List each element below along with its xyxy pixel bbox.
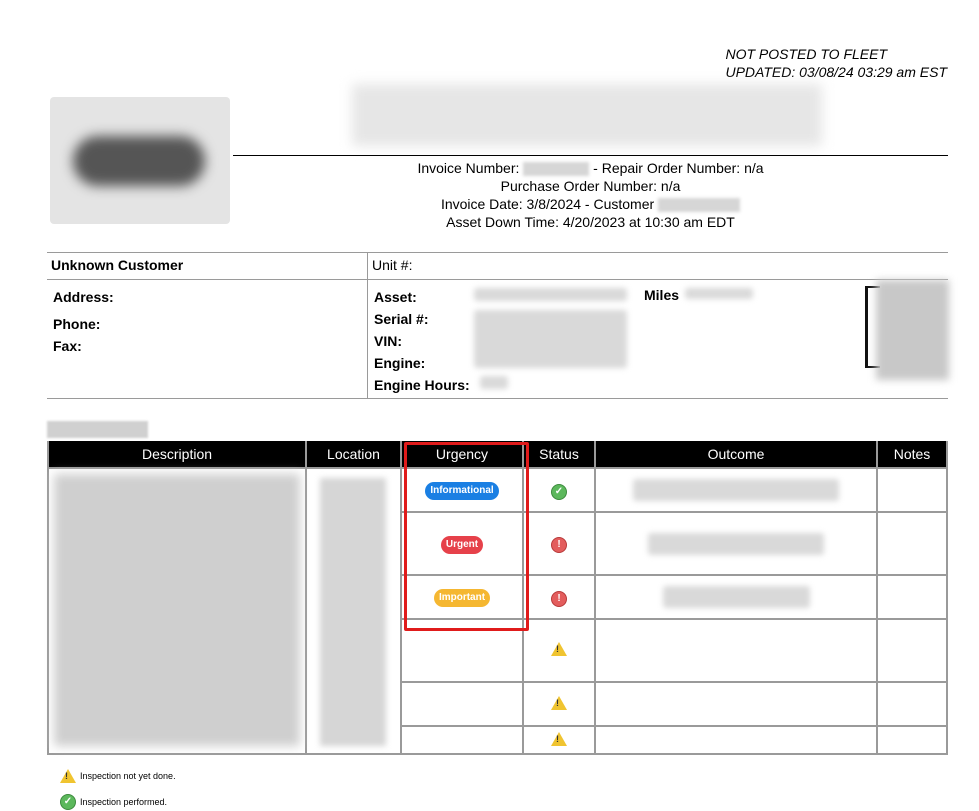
outcome-cell [594,618,878,683]
notes-cell [876,681,948,727]
outcome-redacted [662,586,810,608]
col-notes: Notes [876,441,948,468]
col-description: Description [47,441,307,468]
urgency-cell [400,681,524,727]
asset-cell: Asset: Serial #: VIN: Engine: Engine Hou… [367,279,949,399]
updated-timestamp: UPDATED: 03/08/24 03:29 am EST [725,64,947,80]
outcome-redacted [633,479,839,501]
customer-name-cell: Unknown Customer [47,252,368,280]
posting-status: NOT POSTED TO FLEET UPDATED: 03/08/24 03… [725,45,947,81]
col-location: Location [305,441,402,468]
notes-cell [876,511,948,576]
warning-icon: ! [551,695,567,710]
miles-value-redacted [685,288,753,299]
outcome-cell [594,511,878,576]
description-redacted [54,474,300,746]
customer-name: Unknown Customer [51,257,184,273]
warning-icon: ! [551,642,567,656]
legend-not-done: ! Inspection not yet done. [60,769,176,783]
unit-label: Unit #: [372,257,413,273]
urgency-cell [400,725,524,755]
header-divider [233,155,948,156]
outcome-redacted [648,532,824,555]
status-cell: ✓ [522,467,596,513]
purchase-order-text: Purchase Order Number: n/a [500,178,681,194]
status-cell: ! [522,511,596,576]
phone-label: Phone: [53,316,101,332]
status-cell: ! [522,725,596,755]
check-circle-icon: ✓ [60,794,76,810]
status-cell: ! [522,618,596,683]
warning-icon: ! [551,731,567,746]
location-cell [305,467,402,755]
asset-value-redacted [474,288,627,301]
miles-label: Miles [644,287,680,303]
location-redacted [320,478,386,746]
company-name-redacted [352,84,822,146]
legend-performed: ✓ Inspection performed. [60,794,167,810]
customer-info-table: Unknown Customer Unit #: Address: Phone:… [47,252,949,399]
customer-name-redacted [658,198,741,213]
fax-label: Fax: [53,338,82,354]
legend-performed-text: Inspection performed. [80,797,168,807]
exclamation-circle-icon: ! [551,537,567,553]
outcome-cell [594,681,878,727]
address-label: Address: [53,289,114,305]
engine-label: Engine: [374,355,426,371]
contact-cell: Address: Phone: Fax: [47,279,368,399]
invoice-number-label: Invoice Number: [417,160,520,176]
logo-mark [73,136,205,186]
status-cell: ! [522,681,596,727]
outcome-cell [594,467,878,513]
description-cell [47,467,307,755]
notes-cell [876,618,948,683]
outcome-cell [594,725,878,755]
check-circle-icon: ✓ [551,483,567,500]
engine-hours-label: Engine Hours: [374,377,470,393]
vin-label: VIN: [374,333,402,349]
urgency-highlight-box [404,442,529,631]
outcome-cell [594,574,878,620]
exclamation-circle-icon: ! [551,590,567,607]
engine-hours-redacted [480,376,508,389]
invoice-details: Invoice Number: - Repair Order Number: n… [233,159,948,231]
status-cell: ! [522,574,596,620]
col-status: Status [522,441,596,468]
posting-status-line: NOT POSTED TO FLEET [725,46,888,62]
repair-order-text: - Repair Order Number: n/a [593,160,764,176]
serial-label: Serial #: [374,311,429,327]
qr-code-redacted [876,280,949,380]
section-title-redacted [47,421,148,438]
serial-vin-redacted [474,310,627,368]
unit-cell: Unit #: [367,252,948,280]
notes-cell [876,725,948,755]
col-outcome: Outcome [594,441,878,468]
invoice-date-text: Invoice Date: 3/8/2024 - Customer [440,196,655,212]
invoice-number-redacted [523,162,590,177]
legend-not-done-text: Inspection not yet done. [80,771,176,781]
notes-cell [876,467,948,513]
notes-cell [876,574,948,620]
warning-icon: ! [60,769,76,783]
asset-down-time: Asset Down Time: 4/20/2023 at 10:30 am E… [446,214,735,230]
